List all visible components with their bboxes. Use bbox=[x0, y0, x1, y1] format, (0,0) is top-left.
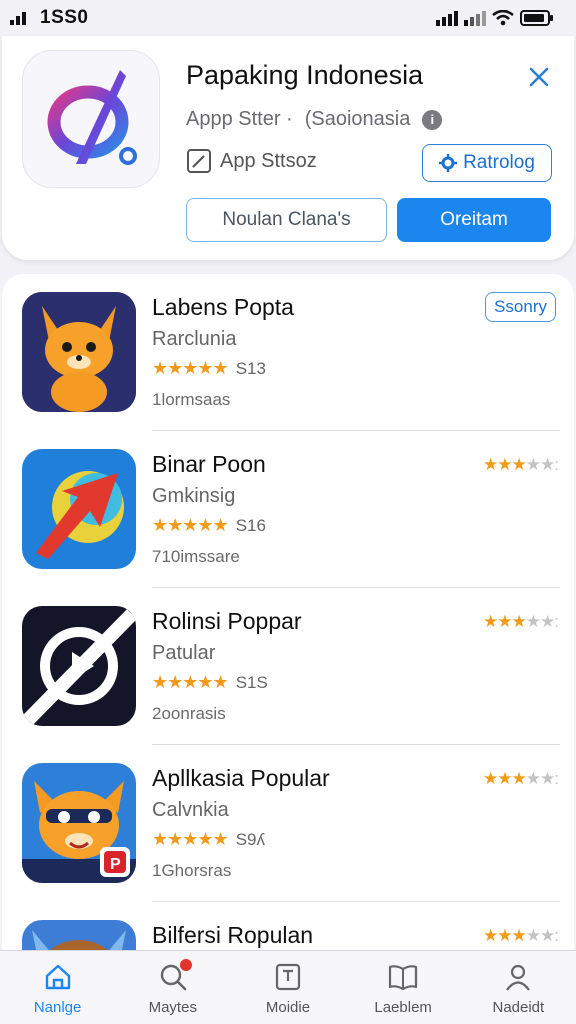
app-price: S13 bbox=[235, 358, 266, 378]
app-downloads: 710imssare bbox=[152, 547, 240, 566]
app-name: Bilfersi Ropulan bbox=[152, 922, 314, 948]
app-category: Calvnkia bbox=[152, 799, 229, 821]
app-icon-play bbox=[22, 606, 136, 726]
app-icon-partial bbox=[22, 920, 136, 950]
signal-icon bbox=[10, 12, 26, 25]
rating-stars: ★★★★★ bbox=[152, 515, 229, 535]
tab-profile[interactable]: Nadeidt bbox=[468, 961, 568, 1016]
notification-badge bbox=[179, 959, 192, 971]
rating-stars: ★★★★★ bbox=[152, 358, 229, 378]
app-price: S9ʎ bbox=[235, 829, 265, 849]
secondary-button[interactable]: Noulan Clana's bbox=[186, 198, 387, 242]
page-title: Papaking Indonesia bbox=[186, 60, 424, 90]
rating-button-label: Ratrolog bbox=[463, 152, 535, 173]
app-rating: ★★★★★ S13 bbox=[152, 358, 266, 379]
right-rating-stars: ★★★★★: bbox=[483, 455, 559, 474]
rating-stars: ★★★★★ bbox=[152, 672, 229, 692]
app-icon-cat: P bbox=[22, 763, 136, 883]
app-downloads: 1lormsaas bbox=[152, 390, 231, 409]
app-logo bbox=[22, 50, 160, 188]
app-name: Binar Poon bbox=[152, 451, 266, 477]
app-downloads: 1Ghorsras bbox=[152, 861, 232, 880]
edit-icon bbox=[187, 149, 211, 173]
header-subtitle: Appp Stter · (Saoionasia i bbox=[186, 108, 443, 131]
tab-label: Maytes bbox=[148, 999, 197, 1016]
app-price: S16 bbox=[235, 515, 266, 535]
tab-bar: Nanlge Maytes Moidie Laeblem Nadeidt bbox=[0, 950, 576, 1024]
app-header-card: Papaking Indonesia Appp Stter · (Saoiona… bbox=[2, 36, 574, 260]
list-item[interactable]: Bilfersi Ropulan ★★★★★: bbox=[2, 902, 574, 950]
list-item[interactable]: P Apllkasia Popular Calvnkia ★★★★★ S9ʎ 1… bbox=[2, 745, 574, 902]
close-icon bbox=[529, 67, 549, 87]
list-item[interactable]: Labens Popta Rarclunia ★★★★★ S13 1lormsa… bbox=[2, 274, 574, 431]
arrow-logo-icon bbox=[22, 449, 136, 569]
app-logo-icon bbox=[47, 70, 137, 165]
app-category: Rarclunia bbox=[152, 328, 237, 350]
book-icon bbox=[389, 965, 418, 991]
app-icon-fox bbox=[22, 292, 136, 412]
status-time: 1SS0 bbox=[40, 7, 89, 28]
right-rating-stars: ★★★★★: bbox=[483, 612, 559, 631]
app-rating: ★★★★★ S16 bbox=[152, 515, 266, 536]
rating-stars: ★★★★★ bbox=[152, 829, 229, 849]
wifi-icon bbox=[492, 10, 514, 26]
tab-label: Nadeidt bbox=[492, 999, 545, 1016]
right-rating-stars: ★★★★★: bbox=[483, 926, 559, 945]
cat-mascot-icon: P bbox=[22, 763, 136, 883]
tab-document[interactable]: Moidie bbox=[238, 961, 338, 1016]
battery-icon bbox=[520, 10, 553, 26]
subtitle-country: (Saoionasia bbox=[304, 108, 411, 130]
tab-home[interactable]: Nanlge bbox=[8, 961, 108, 1016]
right-rating-stars: ★★★★★: bbox=[483, 769, 559, 788]
home-icon bbox=[45, 964, 70, 990]
app-name: Rolinsi Poppar bbox=[152, 608, 302, 634]
tab-label: Laeblem bbox=[374, 999, 432, 1016]
primary-button[interactable]: Oreitam bbox=[397, 198, 551, 242]
app-list: Labens Popta Rarclunia ★★★★★ S13 1lormsa… bbox=[2, 274, 574, 950]
app-name: Labens Popta bbox=[152, 294, 294, 320]
rating-button[interactable]: Ratrolog bbox=[422, 144, 552, 182]
tab-search[interactable]: Maytes bbox=[123, 959, 223, 1016]
list-item[interactable]: Binar Poon Gmkinsig ★★★★★ S16 710imssare… bbox=[2, 431, 574, 588]
app-rating: ★★★★★ S9ʎ bbox=[152, 829, 265, 850]
svg-text:P: P bbox=[110, 856, 121, 873]
status-bar: 1SS0 bbox=[0, 0, 576, 36]
mascot-icon bbox=[22, 920, 136, 950]
cellular-icon bbox=[436, 11, 458, 26]
app-category: Gmkinsig bbox=[152, 485, 236, 507]
info-icon[interactable]: i bbox=[422, 109, 443, 130]
tab-label: Nanlge bbox=[33, 999, 82, 1016]
app-price: S1S bbox=[235, 672, 268, 692]
app-rating: ★★★★★ S1S bbox=[152, 672, 268, 693]
app-category: Patular bbox=[152, 642, 216, 664]
document-icon bbox=[275, 963, 301, 991]
play-logo-icon bbox=[22, 606, 136, 726]
store-link[interactable]: App Sttsoz bbox=[186, 148, 317, 174]
cellular-secondary-icon bbox=[464, 11, 486, 26]
tab-label: Moidie bbox=[265, 999, 311, 1016]
app-badge-button[interactable]: Ssonry bbox=[485, 292, 556, 322]
store-label: App Sttsoz bbox=[220, 149, 317, 172]
list-item[interactable]: Rolinsi Poppar Patular ★★★★★ S1S 2oonras… bbox=[2, 588, 574, 745]
app-icon-arrow bbox=[22, 449, 136, 569]
fox-icon bbox=[22, 292, 136, 412]
app-name: Apllkasia Popular bbox=[152, 765, 330, 791]
tab-library[interactable]: Laeblem bbox=[353, 961, 453, 1016]
person-icon bbox=[506, 964, 531, 991]
gear-icon bbox=[439, 154, 458, 172]
app-downloads: 2oonrasis bbox=[152, 704, 226, 723]
subtitle-store: Appp Stter · bbox=[186, 108, 293, 130]
close-button[interactable] bbox=[524, 62, 554, 92]
